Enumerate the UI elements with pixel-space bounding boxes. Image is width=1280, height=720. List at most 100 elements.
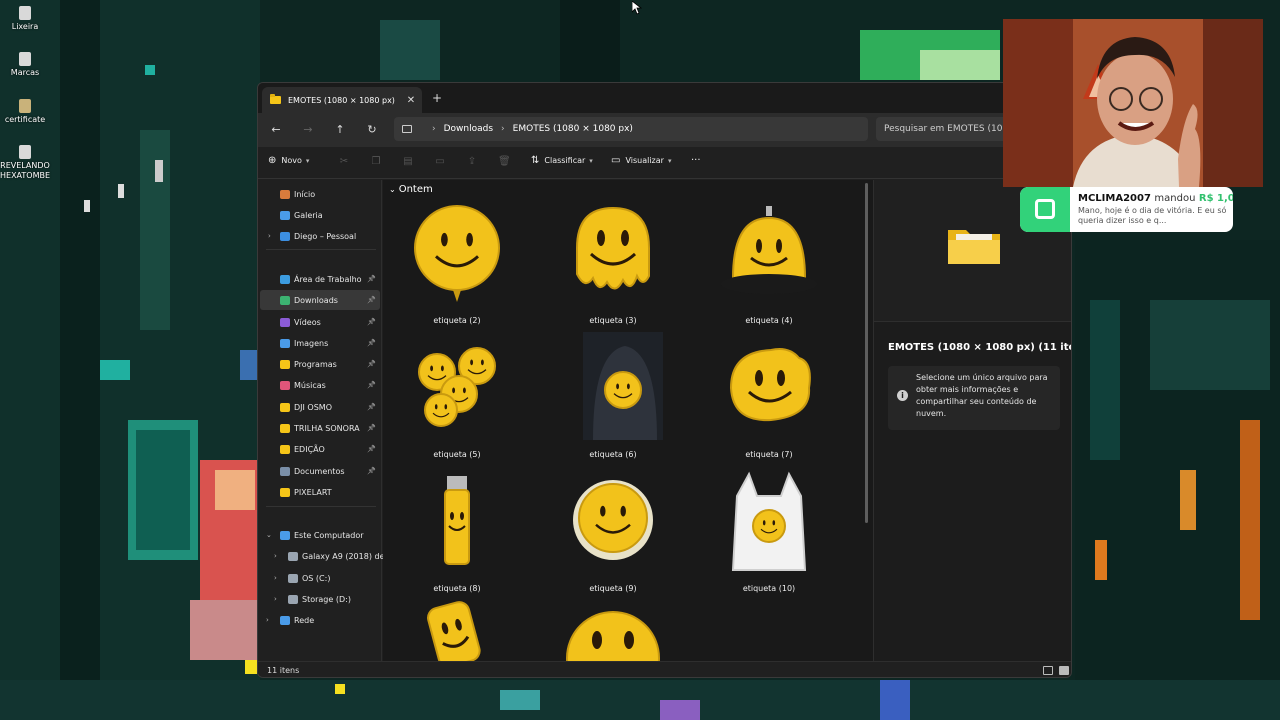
video-icon xyxy=(280,317,290,327)
donation-verb: mandou xyxy=(1154,193,1196,204)
sidebar-item-pixelart[interactable]: PIXELART xyxy=(260,482,380,502)
chevron-down-icon: ▾ xyxy=(305,156,310,165)
sidebar-item-diego-pessoal[interactable]: › Diego – Pessoal xyxy=(260,226,380,246)
file-item[interactable]: etiqueta (4) xyxy=(709,198,829,328)
sidebar-item-rede[interactable]: › Rede xyxy=(260,610,380,630)
file-item[interactable] xyxy=(397,600,517,661)
sidebar-item-galaxy-a9-2018-de-die[interactable]: › Galaxy A9 (2018) de Die xyxy=(260,546,400,566)
copy-icon[interactable]: ❐ xyxy=(370,156,382,168)
sidebar-item-programas[interactable]: Programas 📌 xyxy=(260,354,380,374)
file-item[interactable]: etiqueta (8) xyxy=(397,466,517,596)
sidebar-item-label: Galeria xyxy=(294,210,323,220)
refresh-button[interactable]: ↻ xyxy=(364,122,380,138)
file-icon xyxy=(19,52,31,66)
breadcrumb-emotes[interactable]: EMOTES (1080 × 1080 px) xyxy=(513,124,633,134)
chevron-right-icon[interactable]: › xyxy=(274,574,277,582)
sidebar-item-documentos[interactable]: Documentos 📌 xyxy=(260,461,380,481)
desktop-icon-recycle-bin[interactable]: Lixeira xyxy=(0,6,50,32)
new-button[interactable]: ⊕ Novo ▾ xyxy=(268,155,309,166)
sidebar-item-downloads[interactable]: Downloads 📌 xyxy=(260,290,380,310)
chevron-right-icon[interactable]: › xyxy=(274,595,277,603)
phone-icon xyxy=(288,551,298,561)
file-item[interactable]: etiqueta (2) xyxy=(397,198,517,328)
breadcrumb[interactable]: › Downloads › EMOTES (1080 × 1080 px) xyxy=(394,117,868,141)
certificate-icon xyxy=(19,99,31,113)
item-count: 11 itens xyxy=(267,666,300,675)
sidebar-item-videos[interactable]: Vídeos 📌 xyxy=(260,312,380,332)
sidebar-item-trilha-sonora[interactable]: TRILHA SONORA 📌 xyxy=(260,418,380,438)
file-item[interactable]: etiqueta (10) xyxy=(709,466,829,596)
sidebar-item-area-de-trabalho[interactable]: Área de Trabalho 📌 xyxy=(260,269,380,289)
navigation-pane: Início Galeria › Diego – Pessoal Área de Tra… xyxy=(258,180,400,661)
sidebar-item-label: EDIÇÃO xyxy=(294,444,325,454)
sidebar-item-musicas[interactable]: Músicas 📌 xyxy=(260,375,380,395)
file-item[interactable]: etiqueta (9) xyxy=(553,466,673,596)
share-icon[interactable]: ⇪ xyxy=(466,156,478,168)
forward-button[interactable]: → xyxy=(300,122,316,138)
tiles-view-icon[interactable] xyxy=(1059,666,1069,675)
folder-icon xyxy=(280,444,290,454)
chevron-down-icon[interactable]: ⌄ xyxy=(266,531,272,539)
desktop-icon-certificate[interactable]: certificate xyxy=(0,99,50,125)
chevron-right-icon[interactable]: › xyxy=(266,616,269,624)
sidebar-item-label: Storage (D:) xyxy=(302,594,351,604)
mouse-cursor-icon xyxy=(632,1,642,15)
more-options-button[interactable]: ··· xyxy=(691,155,701,166)
cut-icon[interactable]: ✂ xyxy=(338,156,350,168)
sidebar-item-edicao[interactable]: EDIÇÃO 📌 xyxy=(260,439,380,459)
close-tab-button[interactable]: ✕ xyxy=(404,95,418,106)
details-view-icon[interactable] xyxy=(1043,666,1053,675)
chevron-down-icon: ▾ xyxy=(667,156,672,165)
file-thumbnail xyxy=(418,347,496,427)
document-icon xyxy=(280,466,290,476)
tab-emotes[interactable]: EMOTES (1080 × 1080 px) ✕ xyxy=(262,87,422,113)
details-title: EMOTES (1080 × 1080 px) (11 itens) xyxy=(888,342,1071,353)
desktop-icon-marcas[interactable]: Marcas xyxy=(0,52,50,78)
group-header-label: Ontem xyxy=(398,184,433,195)
sidebar-item-galeria[interactable]: Galeria xyxy=(260,205,380,225)
sidebar-item-imagens[interactable]: Imagens 📌 xyxy=(260,333,380,353)
file-name: etiqueta (5) xyxy=(433,450,481,459)
file-item[interactable]: etiqueta (5) xyxy=(397,332,517,462)
group-header-ontem[interactable]: ⌄ Ontem xyxy=(389,184,433,195)
file-item[interactable]: etiqueta (7) xyxy=(709,332,829,462)
tab-title: EMOTES (1080 × 1080 px) xyxy=(288,95,395,105)
folder-icon xyxy=(280,423,290,433)
file-item[interactable] xyxy=(553,600,673,661)
sidebar-item-label: TRILHA SONORA xyxy=(294,423,360,433)
file-item[interactable]: etiqueta (3) xyxy=(553,198,673,328)
chevron-down-icon: ⌄ xyxy=(389,185,396,194)
chevron-right-icon[interactable]: › xyxy=(268,232,271,240)
chevron-right-icon: › xyxy=(501,124,505,134)
breadcrumb-downloads[interactable]: Downloads xyxy=(444,124,493,134)
chevron-right-icon[interactable]: › xyxy=(274,552,277,560)
rename-icon[interactable]: ▭ xyxy=(434,156,446,168)
folder-icon xyxy=(280,487,290,497)
new-tab-button[interactable]: + xyxy=(432,91,442,105)
paste-icon[interactable]: ▤ xyxy=(402,156,414,168)
desktop-icon-revelando[interactable]: REVELANDO HEXATOMBE xyxy=(0,145,50,181)
sidebar-item-dji-osmo[interactable]: DJI OSMO 📌 xyxy=(260,397,380,417)
file-thumbnail xyxy=(583,332,663,440)
pin-icon: 📌 xyxy=(367,467,376,475)
donation-header: MCLIMA2007 mandou R$ 1,00 xyxy=(1078,193,1233,204)
network-icon xyxy=(280,615,290,625)
drive-icon xyxy=(288,594,298,604)
desktop-icon xyxy=(280,274,290,284)
file-item[interactable]: etiqueta (6) xyxy=(553,332,673,462)
sidebar-item-storage-d[interactable]: › Storage (D:) xyxy=(260,589,380,609)
delete-icon[interactable]: 🗑 xyxy=(498,156,511,168)
sidebar-item-os-c[interactable]: › OS (C:) xyxy=(260,568,380,588)
details-info-text: Selecione um único arquivo para obter ma… xyxy=(916,373,1048,418)
up-button[interactable]: ↑ xyxy=(332,122,348,138)
desktop-icon-label: certificate xyxy=(4,115,46,124)
back-button[interactable]: ← xyxy=(268,122,284,138)
content-scrollbar[interactable] xyxy=(865,183,868,523)
sidebar-item-inicio[interactable]: Início xyxy=(260,184,380,204)
donation-user: MCLIMA2007 xyxy=(1078,193,1151,204)
info-icon: i xyxy=(897,390,908,401)
view-button[interactable]: ▭ Visualizar ▾ xyxy=(611,155,671,166)
sidebar-item-este-computador[interactable]: ⌄ Este Computador xyxy=(260,525,380,545)
pin-icon: 📌 xyxy=(367,275,376,283)
sort-button[interactable]: ⇅ Classificar ▾ xyxy=(531,155,593,166)
